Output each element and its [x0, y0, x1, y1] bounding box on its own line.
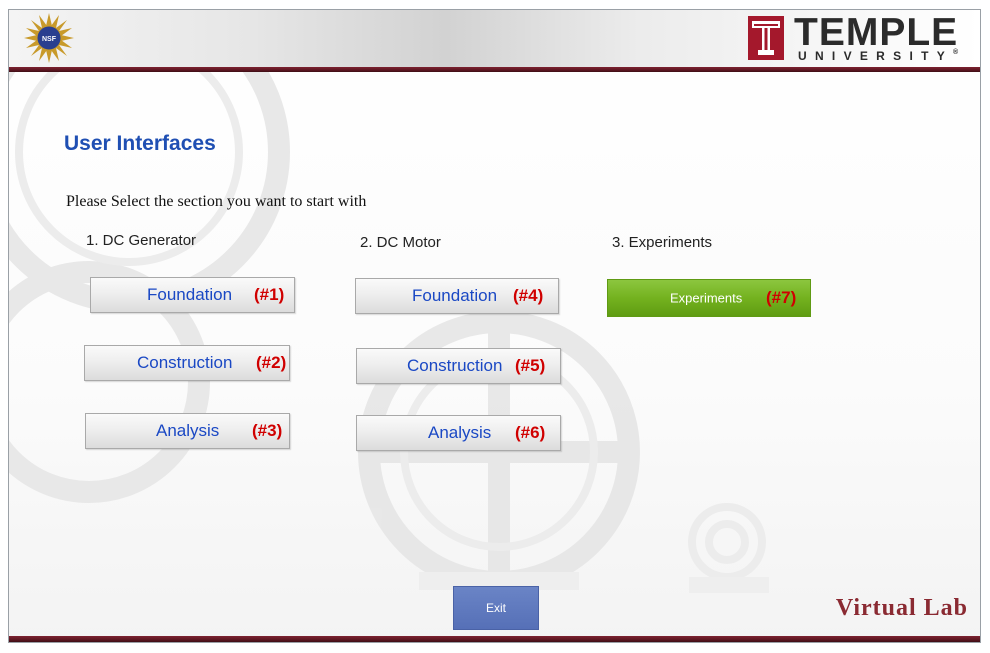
registered-mark: ® [953, 49, 959, 56]
button-label: Construction [407, 356, 503, 375]
exit-button-label: Exit [485, 601, 506, 615]
header-divider [9, 67, 980, 72]
button-number: (#5) [515, 356, 546, 375]
button-label: Construction [137, 353, 233, 372]
virtual-lab-brand: Virtual Lab [835, 595, 968, 621]
button-label: Analysis [428, 423, 492, 442]
app-window: NSF TEMPLE UNIVERSITY® User Interfaces P… [8, 9, 981, 643]
footer-divider [9, 636, 980, 642]
section-heading-dc-motor: 2. DC Motor [360, 234, 441, 251]
university-subtitle-text: UNIVERSITY [798, 49, 954, 63]
header-bar: NSF TEMPLE UNIVERSITY® [9, 10, 980, 67]
button-number: (#2) [256, 353, 287, 372]
button-number: (#3) [252, 421, 283, 440]
dc-motor-construction-button[interactable]: Construction (#5) [356, 348, 561, 384]
university-subtitle: UNIVERSITY® [798, 49, 958, 63]
temple-university-logo: TEMPLE UNIVERSITY® [748, 11, 968, 64]
dc-generator-foundation-button[interactable]: Foundation (#1) [90, 277, 295, 313]
button-label: Analysis [156, 421, 220, 440]
button-number: (#6) [515, 423, 546, 442]
button-number: (#1) [254, 285, 285, 304]
dc-generator-analysis-button[interactable]: Analysis (#3) [85, 413, 290, 449]
temple-wordmark: TEMPLE [794, 11, 959, 54]
exit-button[interactable]: Exit [453, 586, 539, 630]
dc-motor-analysis-button[interactable]: Analysis (#6) [356, 415, 561, 451]
section-heading-dc-generator: 1. DC Generator [86, 232, 197, 249]
nsf-logo-text: NSF [42, 36, 57, 43]
dc-generator-construction-button[interactable]: Construction (#2) [84, 345, 290, 381]
temple-t-icon [748, 16, 784, 60]
dc-motor-foundation-button[interactable]: Foundation (#4) [355, 278, 559, 314]
button-number: (#7) [766, 288, 797, 307]
page-title: User Interfaces [64, 132, 216, 155]
experiments-button[interactable]: Experiments (#7) [607, 279, 811, 317]
instruction-text: Please Select the section you want to st… [66, 193, 367, 210]
button-number: (#4) [513, 286, 544, 305]
button-label: Foundation [412, 286, 498, 305]
button-label: Experiments [670, 290, 743, 306]
button-label: Foundation [147, 285, 233, 304]
section-heading-experiments: 3. Experiments [612, 234, 713, 251]
nsf-logo-icon: NSF [24, 13, 74, 63]
